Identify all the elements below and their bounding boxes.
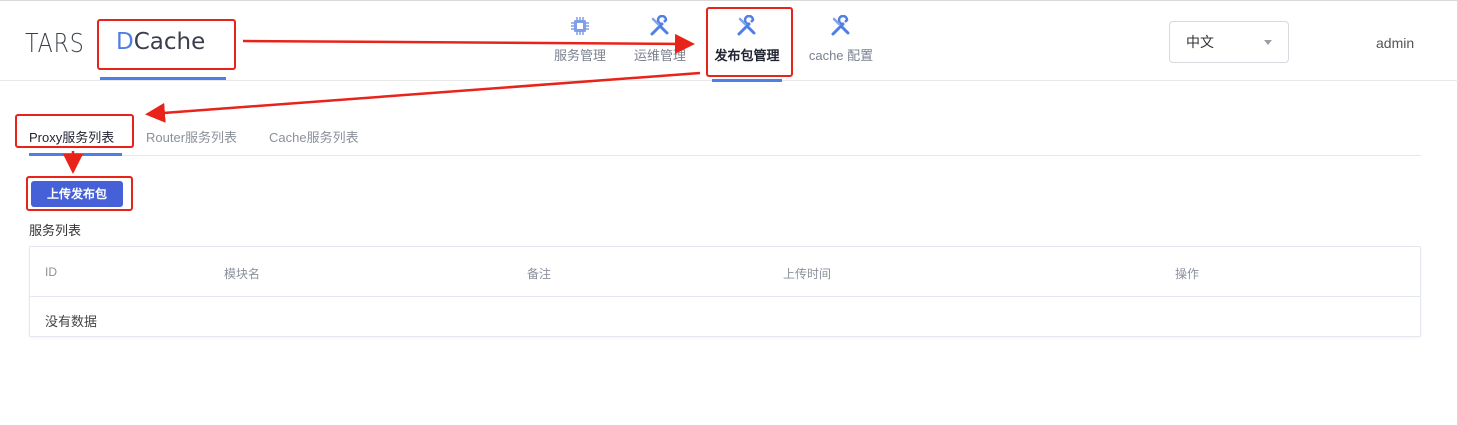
- nav-service-management[interactable]: 服务管理: [552, 15, 608, 75]
- chip-icon: [571, 17, 589, 35]
- tab-router-services[interactable]: Router服务列表: [146, 127, 237, 146]
- empty-table-message: 没有数据: [45, 314, 98, 329]
- wrench-icon: [831, 15, 850, 36]
- tars-logo[interactable]: TARS: [25, 29, 85, 59]
- column-header-remark[interactable]: 备注: [527, 265, 551, 282]
- section-title: 服务列表: [29, 223, 82, 238]
- tab-active-indicator: [29, 153, 122, 156]
- wrench-icon: [650, 15, 669, 36]
- nav-ops-management[interactable]: 运维管理: [632, 15, 688, 75]
- annotation-box-package-nav: [706, 7, 793, 77]
- tab-cache-services[interactable]: Cache服务列表: [269, 127, 359, 146]
- nav-active-indicator: [712, 79, 782, 82]
- column-header-upload-time[interactable]: 上传时间: [783, 265, 831, 282]
- app-active-indicator: [100, 77, 226, 80]
- nav-cache-config[interactable]: cache 配置: [806, 15, 876, 75]
- language-select[interactable]: 中文: [1169, 21, 1289, 63]
- service-table: ID 模块名 备注 上传时间 操作 没有数据: [29, 246, 1421, 337]
- column-header-id[interactable]: ID: [45, 265, 57, 279]
- annotation-box-proxy-tab: [15, 114, 134, 148]
- nav-label: cache 配置: [808, 48, 874, 63]
- nav-label: 服务管理: [553, 48, 606, 63]
- column-header-actions[interactable]: 操作: [1175, 265, 1199, 282]
- language-value: 中文: [1186, 34, 1214, 50]
- annotation-box-dcache: [97, 19, 236, 70]
- user-menu[interactable]: admin: [1376, 35, 1414, 51]
- annotation-box-upload-button: [26, 176, 133, 211]
- nav-label: 运维管理: [633, 48, 686, 63]
- column-header-module[interactable]: 模块名: [224, 265, 260, 282]
- table-header: ID 模块名 备注 上传时间 操作: [30, 247, 1420, 297]
- caret-down-icon: [1264, 40, 1272, 45]
- service-tabs: Proxy服务列表 Router服务列表 Cache服务列表: [29, 115, 1421, 156]
- page: TARS DCache 服务管理 运维管理 发布包管理 cache 配置 中文 …: [0, 0, 1458, 425]
